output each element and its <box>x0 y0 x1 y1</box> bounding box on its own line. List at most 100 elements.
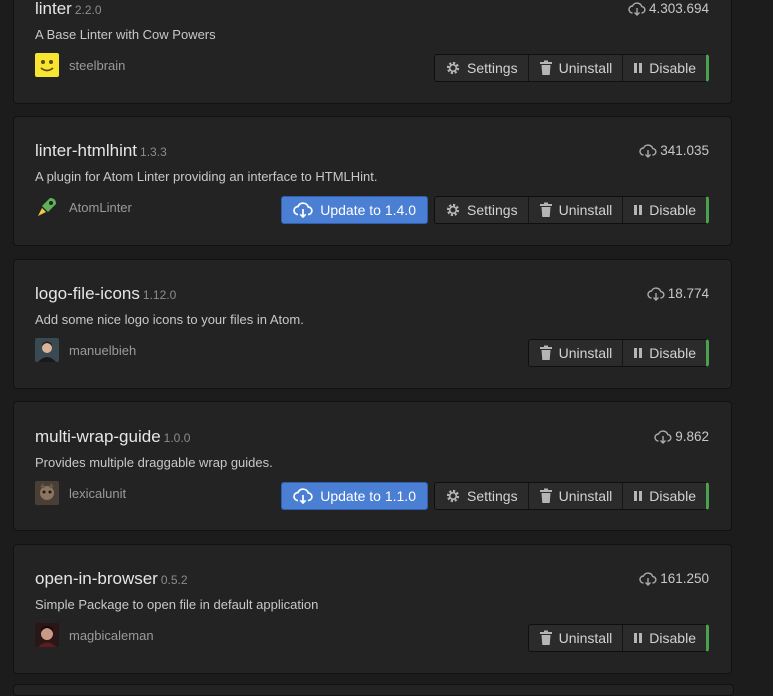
cloud-download-icon <box>293 488 313 504</box>
download-count: 9.862 <box>654 429 709 444</box>
download-count-value: 341.035 <box>660 143 709 158</box>
disable-label: Disable <box>649 630 696 646</box>
disable-label: Disable <box>649 202 696 218</box>
download-count: 18.774 <box>647 286 709 301</box>
uninstall-label: Uninstall <box>558 60 613 76</box>
package-description: Add some nice logo icons to your files i… <box>35 312 304 327</box>
download-count-value: 9.862 <box>675 429 709 444</box>
disable-button[interactable]: Disable <box>623 625 706 651</box>
author-name[interactable]: lexicalunit <box>69 486 126 501</box>
package-description: Provides multiple draggable wrap guides. <box>35 455 273 470</box>
avatar <box>35 53 59 77</box>
update-label: Update to 1.1.0 <box>320 488 416 504</box>
avatar <box>35 195 59 219</box>
author-name[interactable]: steelbrain <box>69 58 125 73</box>
avatar <box>35 481 59 505</box>
settings-button[interactable]: Settings <box>435 483 529 509</box>
disable-button[interactable]: Disable <box>623 197 706 223</box>
package-version: 0.5.2 <box>160 573 188 587</box>
package-name[interactable]: open-in-browser 0.5.2 <box>35 569 188 589</box>
package-card-multi-wrap-guide: multi-wrap-guide 1.0.0 9.862 Provides mul… <box>13 401 732 531</box>
download-count-value: 18.774 <box>667 286 709 301</box>
package-author[interactable]: magbicaleman <box>35 623 154 647</box>
next-package-card <box>13 684 734 696</box>
package-card-logo-file-icons: logo-file-icons 1.12.0 18.774 Add some ni… <box>13 259 732 389</box>
disable-button[interactable]: Disable <box>623 55 706 81</box>
trash-icon <box>539 345 552 360</box>
cloud-download-icon <box>293 202 313 218</box>
package-description: A plugin for Atom Linter providing an in… <box>35 169 378 184</box>
control-group: Settings Uninstall Disable <box>434 482 709 510</box>
download-count-value: 4.303.694 <box>648 1 709 16</box>
package-author[interactable]: lexicalunit <box>35 481 126 505</box>
update-label: Update to 1.4.0 <box>320 202 416 218</box>
pause-icon <box>634 491 643 501</box>
gear-icon <box>446 61 460 75</box>
uninstall-button[interactable]: Uninstall <box>529 340 624 366</box>
package-name[interactable]: multi-wrap-guide 1.0.0 <box>35 427 190 447</box>
pause-icon <box>634 633 643 643</box>
disable-label: Disable <box>649 60 696 76</box>
avatar <box>35 338 59 362</box>
package-actions: Uninstall Disable <box>527 339 709 367</box>
settings-button[interactable]: Settings <box>435 197 529 223</box>
download-count: 161.250 <box>639 571 709 586</box>
trash-icon <box>539 630 552 645</box>
cloud-download-icon <box>628 1 646 16</box>
control-group: Settings Uninstall Disable <box>434 54 709 82</box>
disable-button[interactable]: Disable <box>623 483 706 509</box>
disable-label: Disable <box>649 345 696 361</box>
uninstall-label: Uninstall <box>558 488 613 504</box>
cloud-download-icon <box>639 571 657 586</box>
settings-label: Settings <box>467 488 518 504</box>
disable-button[interactable]: Disable <box>623 340 706 366</box>
package-description: Simple Package to open file in default a… <box>35 597 319 612</box>
cloud-download-icon <box>639 143 657 158</box>
cloud-download-icon <box>647 286 665 301</box>
package-card-open-in-browser: open-in-browser 0.5.2 161.250 Simple Pack… <box>13 544 732 674</box>
package-actions: Settings Uninstall Disable <box>434 54 709 82</box>
settings-label: Settings <box>467 60 518 76</box>
package-author[interactable]: steelbrain <box>35 53 125 77</box>
package-name[interactable]: linter-htmlhint 1.3.3 <box>35 141 167 161</box>
package-author[interactable]: AtomLinter <box>35 195 132 219</box>
update-button[interactable]: Update to 1.1.0 <box>281 482 428 510</box>
trash-icon <box>539 488 552 503</box>
package-description: A Base Linter with Cow Powers <box>35 27 216 42</box>
author-name[interactable]: magbicaleman <box>69 628 154 643</box>
download-count: 4.303.694 <box>628 1 709 16</box>
uninstall-label: Uninstall <box>558 630 613 646</box>
package-name[interactable]: logo-file-icons 1.12.0 <box>35 284 176 304</box>
pause-icon <box>634 63 643 73</box>
uninstall-button[interactable]: Uninstall <box>529 197 624 223</box>
avatar <box>35 623 59 647</box>
uninstall-button[interactable]: Uninstall <box>529 483 624 509</box>
package-actions: Update to 1.4.0 Settings Uninstall Disab… <box>281 196 709 224</box>
author-name[interactable]: AtomLinter <box>69 200 132 215</box>
package-version: 1.12.0 <box>142 288 177 302</box>
package-version: 2.2.0 <box>74 3 102 17</box>
pause-icon <box>634 348 643 358</box>
trash-icon <box>539 60 552 75</box>
package-version: 1.0.0 <box>163 431 191 445</box>
package-card-linter-htmlhint: linter-htmlhint 1.3.3 341.035 A plugin fo… <box>13 116 732 246</box>
author-name[interactable]: manuelbieh <box>69 343 136 358</box>
uninstall-label: Uninstall <box>558 345 613 361</box>
settings-button[interactable]: Settings <box>435 55 529 81</box>
update-button[interactable]: Update to 1.4.0 <box>281 196 428 224</box>
package-card-linter: linter 2.2.0 4.303.694 A Base Linter with… <box>13 0 732 104</box>
disable-label: Disable <box>649 488 696 504</box>
control-group: Uninstall Disable <box>527 624 709 652</box>
uninstall-button[interactable]: Uninstall <box>529 625 624 651</box>
download-count: 341.035 <box>639 143 709 158</box>
uninstall-button[interactable]: Uninstall <box>529 55 624 81</box>
download-count-value: 161.250 <box>660 571 709 586</box>
gear-icon <box>446 489 460 503</box>
pause-icon <box>634 205 643 215</box>
package-author[interactable]: manuelbieh <box>35 338 136 362</box>
package-actions: Update to 1.1.0 Settings Uninstall Disab… <box>281 482 709 510</box>
settings-label: Settings <box>467 202 518 218</box>
package-name[interactable]: linter 2.2.0 <box>35 0 102 19</box>
control-group: Settings Uninstall Disable <box>434 196 709 224</box>
uninstall-label: Uninstall <box>558 202 613 218</box>
